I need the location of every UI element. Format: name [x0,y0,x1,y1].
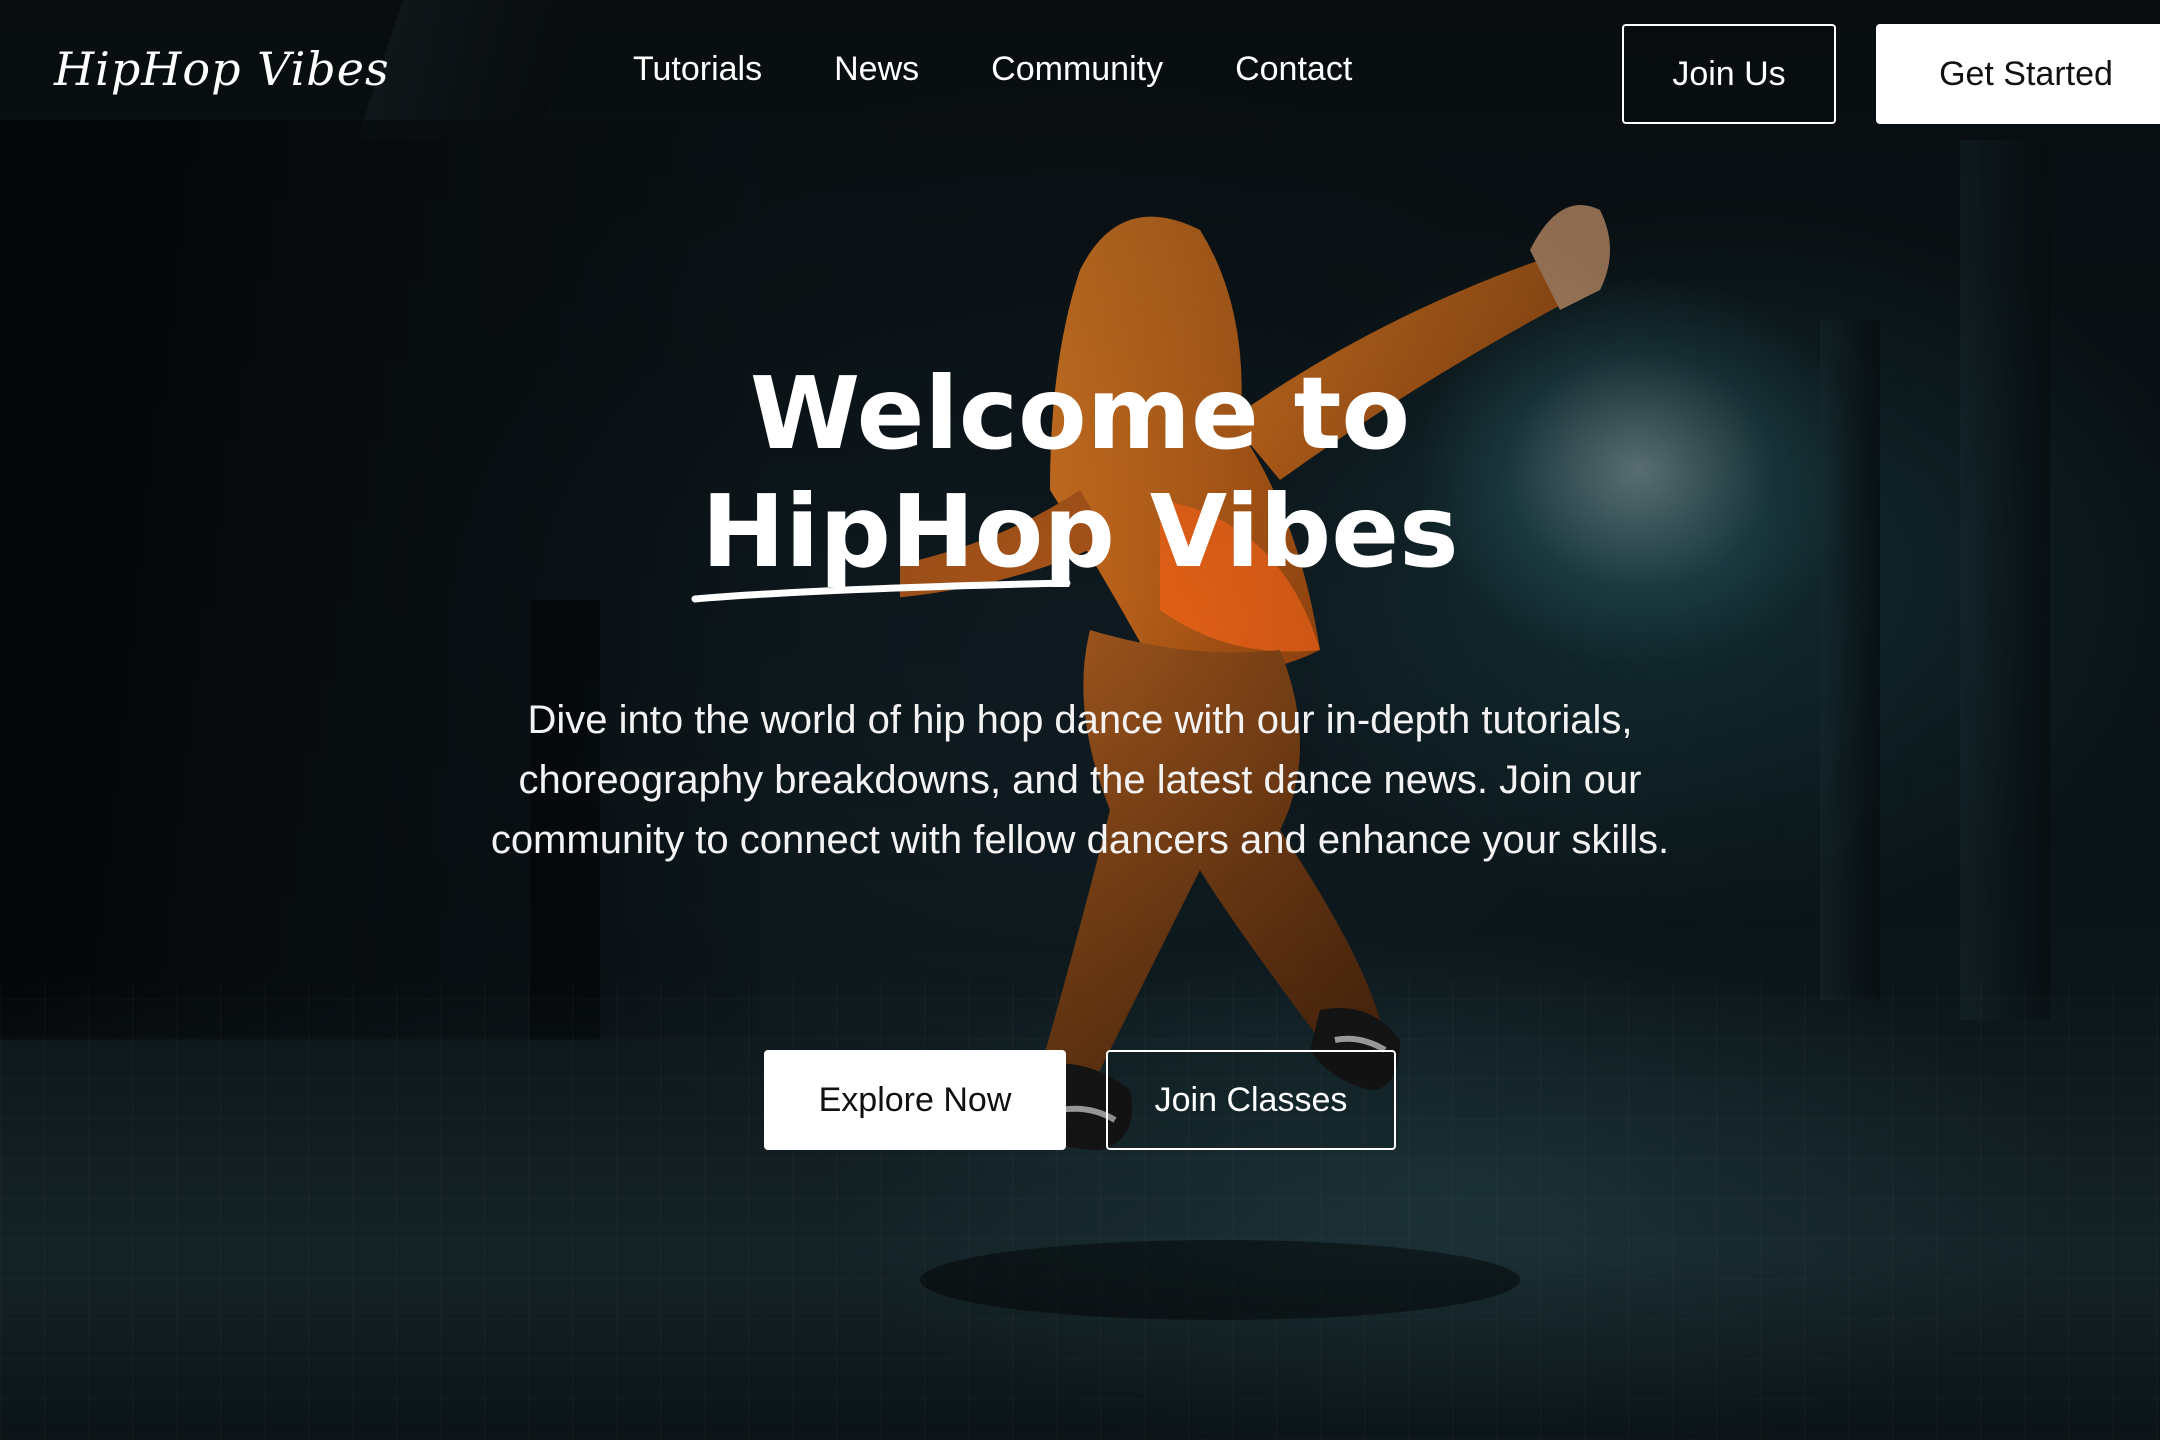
explore-now-button[interactable]: Explore Now [764,1050,1066,1150]
headline-rest-text: Vibes [1149,473,1459,590]
hero-section: HipHop Vibes Tutorials News Community Co… [0,0,2160,1440]
headline-line-1: Welcome to [749,355,1411,472]
join-classes-button[interactable]: Join Classes [1106,1050,1396,1150]
nav-link-news[interactable]: News [834,50,919,89]
nav-link-community[interactable]: Community [991,50,1163,89]
site-logo[interactable]: HipHop Vibes [54,42,390,96]
hero-headline: Welcome to HipHop Vibes [0,355,2160,603]
nav-link-tutorials[interactable]: Tutorials [633,50,762,89]
join-us-button[interactable]: Join Us [1622,24,1836,124]
nav-link-contact[interactable]: Contact [1235,50,1352,89]
headline-line-2: HipHop Vibes [0,473,2160,603]
headline-highlight-text: HipHop [701,473,1115,590]
top-navbar: HipHop Vibes Tutorials News Community Co… [0,0,2160,150]
headline-highlight-word: HipHop [691,473,1115,603]
get-started-button[interactable]: Get Started [1876,24,2160,124]
brush-underline-decoration [691,579,1071,603]
hero-description: Dive into the world of hip hop dance wit… [490,698,1670,862]
nav-links: Tutorials News Community Contact [633,50,1352,89]
